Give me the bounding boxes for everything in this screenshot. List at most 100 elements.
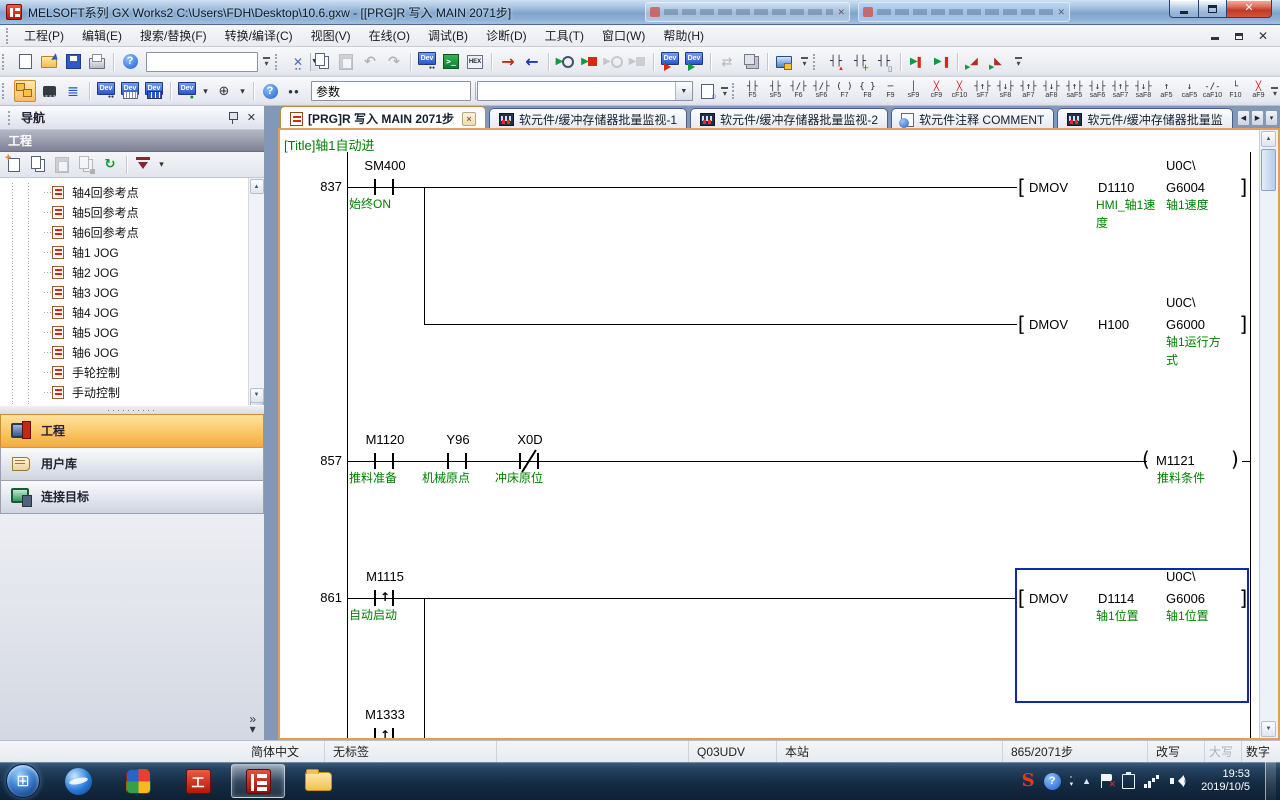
start-button[interactable]: ⊞ xyxy=(6,764,40,798)
instruction-source[interactable]: D1114 xyxy=(1098,591,1134,606)
more-categories-button[interactable]: »▾ xyxy=(249,714,256,734)
toolbar-overflow-button[interactable] xyxy=(798,51,811,73)
ladder-symbol-button[interactable]: ↓ caF5 xyxy=(1178,78,1201,104)
project-tree-item[interactable]: 轴5 JOG xyxy=(0,322,248,342)
copy-item-button[interactable] xyxy=(27,154,49,176)
watch-stop-button[interactable] xyxy=(930,51,952,73)
ladder-edit-button[interactable] xyxy=(825,51,847,73)
instruction-op[interactable]: DMOV xyxy=(1029,591,1068,606)
cut-button[interactable] xyxy=(287,51,309,73)
taskbar-app-browser[interactable] xyxy=(51,764,105,798)
maximize-button[interactable] xyxy=(1198,0,1226,18)
device-monitor-button[interactable] xyxy=(440,51,462,73)
volume-icon[interactable]: ) xyxy=(1170,774,1186,788)
tab-close-button[interactable]: × xyxy=(462,112,476,126)
scroll-up-button[interactable]: ▲ xyxy=(250,179,264,194)
instruction-dest[interactable]: G6004 xyxy=(1166,180,1205,195)
ladder-symbol-button[interactable]: ↑ aF5 xyxy=(1155,78,1178,104)
dda-icon[interactable] xyxy=(200,80,211,102)
tray-expand-icon[interactable]: ▲ xyxy=(1082,776,1091,786)
device-search-button[interactable] xyxy=(213,80,235,102)
contact-symbol-closed[interactable] xyxy=(519,453,521,469)
sogou-tray-icon[interactable]: S xyxy=(1022,772,1035,790)
project-tree-item[interactable]: 手动控制 xyxy=(0,382,248,402)
remote-operation-button[interactable] xyxy=(773,51,795,73)
monitor-stop-button[interactable] xyxy=(578,51,600,73)
new-project-button[interactable] xyxy=(14,51,36,73)
instruction-dest[interactable]: G6006 xyxy=(1166,591,1205,606)
help-button[interactable] xyxy=(119,51,141,73)
contact-symbol[interactable] xyxy=(447,453,449,469)
project-tree-item[interactable]: 轴3 JOG xyxy=(0,282,248,302)
project-tree-item[interactable]: 轴5回参考点 xyxy=(0,202,248,222)
monitor-mode-button[interactable] xyxy=(626,51,648,73)
device-test-fall-button[interactable] xyxy=(987,51,1009,73)
menu-item[interactable]: 窗口(W) xyxy=(593,24,654,47)
action-center-icon[interactable] xyxy=(1100,774,1113,788)
device-hex-button[interactable] xyxy=(464,51,486,73)
paste-item-button[interactable] xyxy=(51,154,73,176)
device-combo-input[interactable] xyxy=(478,83,675,99)
instruction-dest[interactable]: G6000 xyxy=(1166,317,1205,332)
device-test-rise-button[interactable] xyxy=(963,51,985,73)
ladder-symbol-button[interactable]: ┤├ F5 xyxy=(741,78,764,104)
coil-symbol[interactable]: ( xyxy=(1142,448,1150,470)
show-desktop-button[interactable] xyxy=(1265,762,1276,800)
menu-item[interactable]: 转换/编译(C) xyxy=(216,24,302,47)
project-tree-item[interactable]: 手轮控制 xyxy=(0,362,248,382)
parameter-combo-input[interactable] xyxy=(312,83,475,99)
instruction-op[interactable]: DMOV xyxy=(1029,180,1068,195)
document-tab[interactable]: 软元件/缓冲存储器批量监视-1 xyxy=(489,108,687,130)
document-tab[interactable]: 软元件/缓冲存储器批量监视-2 xyxy=(690,108,888,130)
chevron-down-icon[interactable]: ▼ xyxy=(675,82,692,100)
toolbar-overflow-button[interactable] xyxy=(260,51,273,73)
dda-icon[interactable] xyxy=(237,80,248,102)
write-to-plc-button[interactable] xyxy=(497,51,519,73)
navigation-category-button[interactable]: 连接目标 xyxy=(0,480,264,513)
close-button[interactable]: ✕ xyxy=(1226,0,1272,18)
ladder-symbol-button[interactable]: ┤↑├ sF7 xyxy=(971,78,994,104)
program-list-button[interactable] xyxy=(62,80,84,102)
mdi-minimize-button[interactable] xyxy=(1204,28,1226,44)
menu-item[interactable]: 诊断(D) xyxy=(477,24,536,47)
tab-list-button[interactable]: ▾ xyxy=(1265,110,1278,126)
navigation-category-button[interactable]: 用户库 xyxy=(0,447,264,480)
ladder-symbol-button[interactable]: ┤↑├ saF5 xyxy=(1063,78,1086,104)
undo-button[interactable] xyxy=(359,51,381,73)
toolbar-overflow-button[interactable] xyxy=(1270,80,1280,102)
network-signal-icon[interactable] xyxy=(1144,774,1161,788)
menu-item[interactable]: 在线(O) xyxy=(360,24,419,47)
project-tree-item[interactable]: 自动条件 xyxy=(0,402,248,405)
ladder-canvas[interactable]: [Title]轴1自动进 837 SM400 始终ON [ DMOV D1110… xyxy=(280,130,1259,738)
ladder-symbol-button[interactable]: ┤/├ F6 xyxy=(787,78,810,104)
intelligent-module-button[interactable] xyxy=(38,80,60,102)
ladder-comment-button[interactable] xyxy=(873,51,895,73)
print-preview-button[interactable] xyxy=(697,80,719,102)
taskbar-app-colorful[interactable] xyxy=(111,764,165,798)
navigation-category-button[interactable]: 工程 xyxy=(0,414,264,447)
ladder-symbol-button[interactable]: ┤↓├ saF8 xyxy=(1132,78,1155,104)
project-tree-item[interactable]: 轴2 JOG xyxy=(0,262,248,282)
monitor-start-button[interactable] xyxy=(554,51,576,73)
menu-item[interactable]: 调试(B) xyxy=(419,24,477,47)
taskbar-app-explorer[interactable] xyxy=(291,764,345,798)
menu-item[interactable]: 视图(V) xyxy=(302,24,360,47)
ladder-symbol-button[interactable]: ╳ cF10 xyxy=(948,78,971,104)
pin-icon[interactable] xyxy=(228,111,237,124)
redo-button[interactable] xyxy=(383,51,405,73)
device-batch-monitor-button[interactable] xyxy=(143,80,165,102)
ladder-symbol-button[interactable]: ┤↑├ saF7 xyxy=(1109,78,1132,104)
contact-symbol[interactable] xyxy=(374,179,376,195)
tree-scrollbar[interactable]: ▲ ▼ xyxy=(248,178,264,405)
stack-button[interactable] xyxy=(740,51,762,73)
clock[interactable]: 19:53 2019/10/5 xyxy=(1195,768,1256,794)
tab-scroll-left-button[interactable]: ◀ xyxy=(1237,110,1250,126)
project-tree-item[interactable]: 轴6 JOG xyxy=(0,342,248,362)
print-button[interactable] xyxy=(86,51,108,73)
ladder-symbol-button[interactable]: │ sF9 xyxy=(902,78,925,104)
watch-start-button[interactable] xyxy=(906,51,928,73)
ladder-symbol-button[interactable]: ╳ aF9 xyxy=(1247,78,1270,104)
contact-symbol[interactable] xyxy=(374,453,376,469)
toolbar-overflow-button[interactable] xyxy=(720,80,730,102)
new-item-button[interactable] xyxy=(3,154,25,176)
